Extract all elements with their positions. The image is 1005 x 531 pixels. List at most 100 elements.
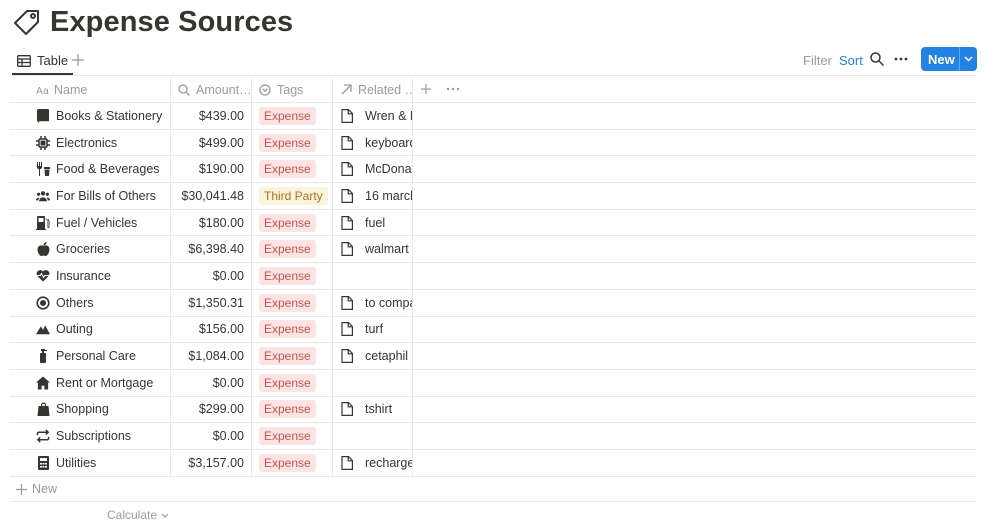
cell-related[interactable] — [332, 369, 413, 396]
cell-tags[interactable]: Expense — [251, 396, 332, 423]
cell-tags[interactable]: Expense — [251, 449, 332, 476]
cell-amount[interactable]: $0.00 — [170, 369, 251, 396]
table-row[interactable]: Personal Care $1,084.00 Expense cetaphil… — [10, 343, 977, 370]
cell-name[interactable]: Electronics — [10, 130, 170, 156]
cell-name[interactable]: Books & Stationery — [10, 103, 170, 129]
cell-name[interactable]: Food & Beverages — [10, 156, 170, 182]
cell-amount[interactable]: $3,157.00 — [170, 449, 251, 476]
cell-name[interactable]: Others — [10, 290, 170, 316]
cell-related[interactable] — [332, 263, 413, 289]
new-row[interactable]: New — [10, 477, 977, 502]
table-row[interactable]: Shopping $299.00 Expense tshirt — [10, 396, 977, 424]
more-icon[interactable] — [894, 52, 910, 68]
related-link[interactable]: Wren & Ma — [341, 108, 412, 123]
cell-name[interactable]: Utilities — [10, 450, 170, 476]
table-row[interactable]: Insurance $0.00 Expense — [10, 263, 977, 290]
chevron-down-icon[interactable] — [960, 56, 977, 62]
cell-amount[interactable]: $0.00 — [170, 423, 251, 449]
add-row-button[interactable]: New — [16, 477, 57, 502]
cell-amount[interactable]: $1,084.00 — [170, 343, 251, 369]
table-row[interactable]: Food & Beverages $190.00 Expense McDonal… — [10, 156, 977, 184]
filter-button[interactable]: Filter — [803, 53, 832, 68]
table-row[interactable]: Books & Stationery $439.00 Expense Wren … — [10, 103, 977, 130]
cell-name[interactable]: Personal Care — [10, 343, 170, 369]
column-header-tags[interactable]: Tags — [251, 77, 332, 102]
cell-related[interactable]: to compan — [332, 289, 413, 316]
cell-name[interactable]: Subscriptions — [10, 423, 170, 449]
table-row[interactable]: Electronics $499.00 Expense keyboard — [10, 129, 977, 157]
cell-name[interactable]: Outing — [10, 317, 170, 343]
cell-related[interactable]: keyboard — [332, 129, 413, 156]
related-link[interactable]: cetaphil sa — [341, 349, 412, 364]
cell-related[interactable]: 16 march t — [332, 183, 413, 209]
table-row[interactable]: Fuel / Vehicles $180.00 Expense fuel — [10, 209, 977, 237]
cell-related[interactable]: walmart vi — [332, 236, 413, 263]
column-header-name[interactable]: Aa Name — [10, 77, 170, 102]
related-link[interactable]: walmart vi — [341, 242, 412, 257]
cell-tags[interactable]: Expense — [251, 423, 332, 449]
cell-tags[interactable]: Expense — [251, 343, 332, 369]
cell-related[interactable]: tshirt — [332, 396, 413, 423]
cell-tags[interactable]: Expense — [251, 129, 332, 156]
table-row[interactable]: Others $1,350.31 Expense to compan — [10, 289, 977, 317]
table-row[interactable]: Rent or Mortgage $0.00 Expense — [10, 369, 977, 397]
tag-icon[interactable] — [12, 7, 42, 37]
new-button[interactable]: New — [921, 47, 977, 71]
plus-icon[interactable] — [420, 82, 436, 98]
cell-tags[interactable]: Expense — [251, 209, 332, 236]
cell-amount[interactable]: $30,041.48 — [170, 183, 251, 209]
related-link[interactable]: 16 march t — [341, 188, 412, 203]
column-header-related[interactable]: Related … — [332, 77, 413, 102]
plus-icon[interactable] — [70, 52, 86, 68]
related-link[interactable]: turf — [341, 322, 383, 337]
related-link[interactable]: fuel — [341, 215, 385, 230]
cell-tags[interactable]: Expense — [251, 289, 332, 316]
cell-amount[interactable]: $439.00 — [170, 103, 251, 129]
table-row[interactable]: For Bills of Others $30,041.48 Third Par… — [10, 183, 977, 210]
related-link[interactable]: keyboard — [341, 135, 412, 150]
cell-amount[interactable]: $299.00 — [170, 396, 251, 423]
search-icon[interactable] — [870, 52, 886, 68]
cell-amount[interactable]: $1,350.31 — [170, 289, 251, 316]
cell-amount[interactable]: $6,398.40 — [170, 236, 251, 263]
cell-related[interactable]: fuel — [332, 209, 413, 236]
column-label: Tags — [277, 82, 304, 97]
table-row[interactable]: Groceries $6,398.40 Expense walmart vi — [10, 236, 977, 264]
cell-tags[interactable]: Expense — [251, 369, 332, 396]
cell-name[interactable]: Rent or Mortgage — [10, 370, 170, 396]
cell-name[interactable]: For Bills of Others — [10, 183, 170, 209]
cell-related[interactable]: cetaphil sa — [332, 343, 413, 369]
tab-table[interactable]: Table — [12, 48, 74, 75]
cell-name[interactable]: Fuel / Vehicles — [10, 210, 170, 236]
cell-amount[interactable]: $180.00 — [170, 209, 251, 236]
sort-button[interactable]: Sort — [839, 53, 863, 68]
column-header-amount[interactable]: Amount… — [170, 77, 251, 102]
more-icon[interactable] — [446, 82, 462, 98]
related-link[interactable]: tshirt — [341, 402, 392, 417]
cell-tags[interactable]: Expense — [251, 316, 332, 343]
cell-amount[interactable]: $190.00 — [170, 156, 251, 183]
related-link[interactable]: McDonald — [341, 162, 412, 177]
cell-amount[interactable]: $499.00 — [170, 129, 251, 156]
table-row[interactable]: Outing $156.00 Expense turf — [10, 316, 977, 344]
cell-name[interactable]: Insurance — [10, 263, 170, 289]
cell-tags[interactable]: Third Party — [251, 183, 332, 209]
related-link[interactable]: recharge — [341, 455, 412, 470]
cell-tags[interactable]: Expense — [251, 236, 332, 263]
cell-related[interactable]: Wren & Ma — [332, 103, 413, 129]
cell-related[interactable]: recharge — [332, 449, 413, 476]
cell-related[interactable]: McDonald — [332, 156, 413, 183]
cell-amount[interactable]: $156.00 — [170, 316, 251, 343]
table-row[interactable]: Subscriptions $0.00 Expense — [10, 423, 977, 450]
cell-amount[interactable]: $0.00 — [170, 263, 251, 289]
cell-related[interactable]: turf — [332, 316, 413, 343]
cell-name[interactable]: Shopping — [10, 397, 170, 423]
cell-tags[interactable]: Expense — [251, 103, 332, 129]
cell-tags[interactable]: Expense — [251, 263, 332, 289]
calculate-button[interactable]: Calculate — [107, 508, 169, 522]
cell-related[interactable] — [332, 423, 413, 449]
related-link[interactable]: to compan — [341, 295, 412, 310]
cell-name[interactable]: Groceries — [10, 236, 170, 262]
cell-tags[interactable]: Expense — [251, 156, 332, 183]
table-row[interactable]: Utilities $3,157.00 Expense recharge — [10, 449, 977, 477]
